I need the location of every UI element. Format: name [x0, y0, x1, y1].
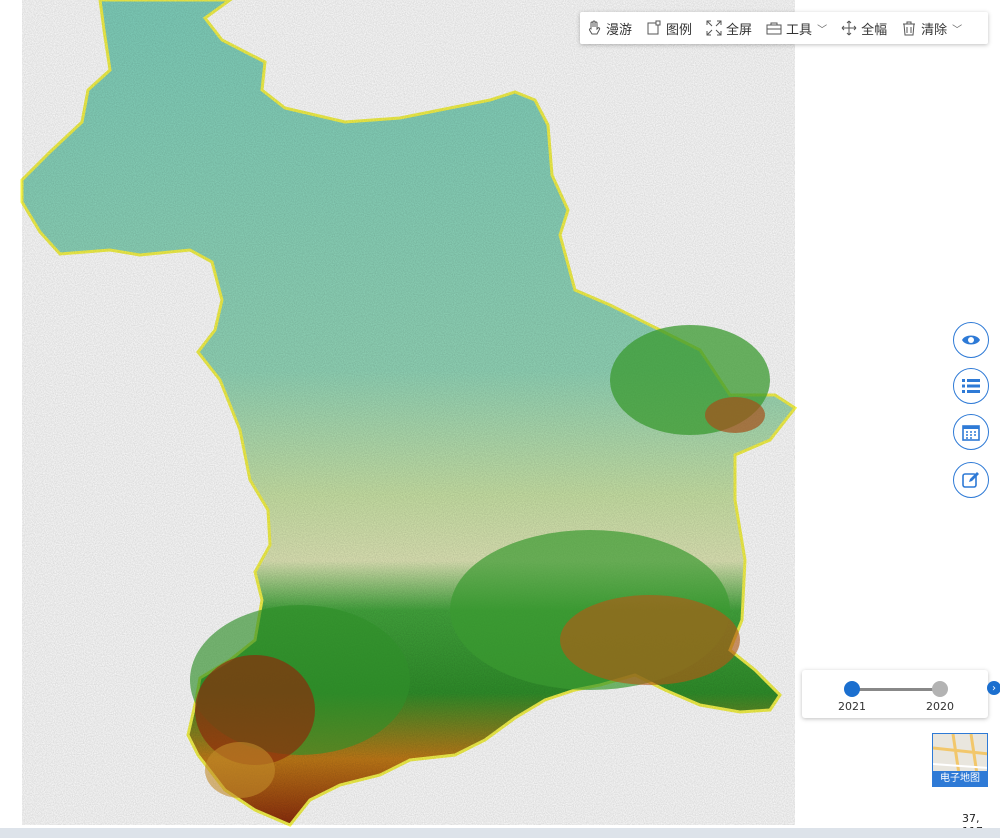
clear-label: 清除 — [921, 22, 948, 38]
taskbar — [0, 828, 1000, 838]
pan-button[interactable]: 漫游 — [586, 19, 632, 38]
time-slider-start-handle[interactable] — [844, 681, 860, 697]
legend-label: 图例 — [666, 22, 693, 38]
calendar-icon — [962, 425, 980, 441]
move-icon — [841, 20, 857, 36]
clear-dropdown[interactable]: 清除 ﹀ — [901, 19, 962, 38]
map-thumbnail-icon — [933, 734, 987, 775]
edit-icon — [962, 472, 979, 488]
time-start-label: 2021 — [838, 700, 866, 713]
legend-button[interactable]: 图例 — [646, 19, 692, 38]
chevron-right-icon[interactable]: › — [987, 681, 1000, 695]
layer-visibility-button[interactable] — [953, 322, 989, 358]
layer-list-button[interactable] — [953, 368, 989, 404]
toolbox-icon — [766, 22, 782, 35]
tools-label: 工具 — [786, 22, 813, 38]
time-slider: 2021 2020 — [802, 670, 988, 718]
full-extent-label: 全幅 — [861, 22, 888, 38]
pan-label: 漫游 — [606, 22, 633, 38]
calendar-button[interactable] — [953, 414, 989, 450]
full-extent-button[interactable]: 全幅 — [841, 19, 887, 38]
tools-dropdown[interactable]: 工具 ﹀ — [766, 19, 827, 38]
basemap-switcher[interactable]: 电子地图 — [932, 733, 988, 787]
legend-icon — [647, 20, 661, 35]
time-slider-track[interactable] — [852, 688, 940, 691]
eye-icon — [962, 335, 980, 345]
time-end-label: 2020 — [926, 700, 954, 713]
edit-button[interactable] — [953, 462, 989, 498]
fullscreen-icon — [706, 20, 722, 36]
list-icon — [962, 379, 980, 393]
basemap-label: 电子地图 — [933, 771, 987, 786]
map-toolbar: 漫游 图例 全屏 工具 ﹀ 全幅 清除 ﹀ — [580, 12, 988, 44]
trash-icon — [903, 21, 916, 36]
fullscreen-label: 全屏 — [726, 22, 753, 38]
fullscreen-button[interactable]: 全屏 — [706, 19, 752, 38]
time-slider-end-handle[interactable] — [932, 681, 948, 697]
chevron-down-icon: ﹀ — [952, 24, 963, 36]
hand-icon — [588, 20, 601, 35]
chevron-down-icon: ﹀ — [817, 24, 828, 36]
